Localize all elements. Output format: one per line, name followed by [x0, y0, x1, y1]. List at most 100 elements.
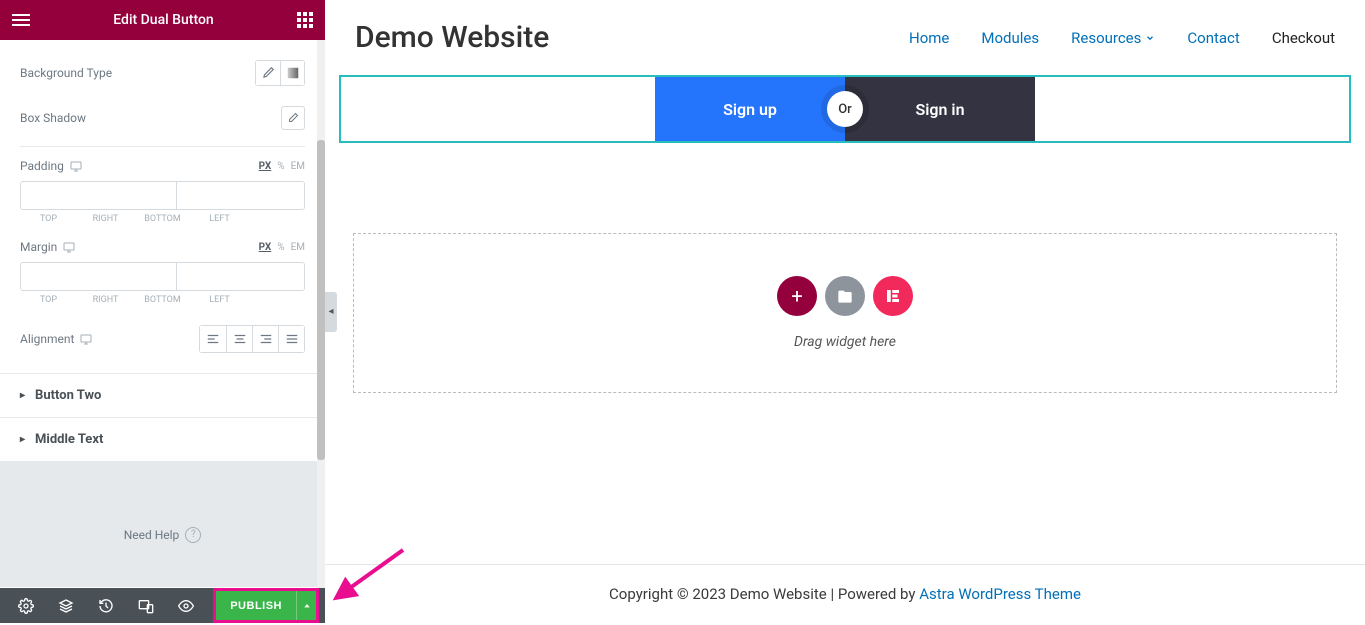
alignment-label-text: Alignment [20, 332, 74, 346]
padding-right-input[interactable] [177, 182, 305, 209]
dual-button-right[interactable]: Sign in [845, 77, 1035, 141]
widget-spacer-right [1035, 77, 1349, 141]
margin-inputs [20, 262, 305, 291]
alignment-label: Alignment [20, 332, 92, 346]
publish-wrap: PUBLISH [213, 588, 319, 623]
template-library-button[interactable] [825, 276, 865, 316]
footer-link[interactable]: Astra WordPress Theme [919, 585, 1081, 603]
panel-content: Background Type Box Shadow Padding [0, 40, 325, 588]
publish-button[interactable]: PUBLISH [216, 591, 296, 620]
margin-header: Margin PX % EM [20, 240, 305, 254]
widget-spacer-left [341, 77, 655, 141]
panel-header: Edit Dual Button [0, 0, 325, 40]
margin-unit-em[interactable]: EM [291, 242, 305, 253]
background-type-group [255, 60, 305, 86]
padding-right-label: RIGHT [77, 214, 134, 224]
align-center-button[interactable] [226, 326, 252, 352]
padding-label-text: Padding [20, 159, 64, 173]
chevron-down-icon [1145, 33, 1155, 43]
publish-options-button[interactable] [296, 591, 316, 620]
nav-resources[interactable]: Resources [1071, 29, 1155, 47]
editor-footer: PUBLISH [0, 588, 325, 623]
margin-bottom-label: BOTTOM [134, 295, 191, 305]
desktop-icon[interactable] [70, 160, 82, 172]
padding-unit-percent[interactable]: % [277, 161, 284, 172]
accordion-middle-text-label: Middle Text [35, 432, 103, 447]
align-right-button[interactable] [252, 326, 278, 352]
padding-bottom-label: BOTTOM [134, 214, 191, 224]
accordion-middle-text[interactable]: ▸ Middle Text [0, 417, 325, 462]
dual-button-left[interactable]: Sign up [655, 77, 845, 141]
background-type-label: Background Type [20, 66, 112, 80]
box-shadow-label: Box Shadow [20, 111, 86, 125]
accordion-button-two-label: Button Two [35, 388, 101, 403]
padding-inputs [20, 181, 305, 210]
scrollbar-thumb[interactable] [317, 140, 325, 460]
nav-contact[interactable]: Contact [1187, 29, 1239, 47]
nav-home[interactable]: Home [909, 29, 949, 47]
settings-icon[interactable] [6, 588, 46, 623]
margin-left-label: LEFT [191, 295, 248, 305]
canvas-area: Sign up Sign in Or + Drag widget here [325, 75, 1365, 564]
drop-zone-text: Drag widget here [396, 334, 1294, 350]
dual-button-separator: Or [827, 91, 863, 127]
help-icon: ? [185, 527, 201, 543]
padding-label: Padding [20, 159, 82, 173]
footer-text: Copyright © 2023 Demo Website | Powered … [609, 585, 919, 603]
padding-unit-px[interactable]: PX [259, 161, 272, 172]
site-header: Demo Website Home Modules Resources Cont… [325, 0, 1365, 75]
drop-zone[interactable]: + Drag widget here [353, 233, 1337, 393]
padding-top-input[interactable] [21, 182, 177, 209]
navigator-icon[interactable] [46, 588, 86, 623]
box-shadow-edit-button[interactable] [281, 106, 305, 130]
background-classic-button[interactable] [256, 61, 280, 85]
widgets-grid-icon[interactable] [297, 12, 313, 28]
margin-unit-percent[interactable]: % [277, 242, 284, 253]
margin-units: PX % EM [259, 242, 305, 253]
margin-labels: TOP RIGHT BOTTOM LEFT [20, 295, 305, 305]
background-gradient-button[interactable] [280, 61, 304, 85]
padding-left-label: LEFT [191, 214, 248, 224]
help-section: Need Help ? [0, 462, 325, 587]
padding-top-label: TOP [20, 214, 77, 224]
alignment-group [199, 325, 305, 353]
margin-right-input[interactable] [177, 263, 305, 290]
box-shadow-row: Box Shadow [0, 96, 325, 146]
caret-right-icon: ▸ [20, 390, 25, 401]
need-help-label: Need Help [124, 528, 180, 542]
margin-spacer [248, 295, 305, 305]
editor-sidebar: Edit Dual Button Background Type Box Sha… [0, 0, 325, 623]
nav-modules[interactable]: Modules [981, 29, 1039, 47]
dual-button-center: Sign up Sign in Or [655, 77, 1035, 141]
dual-button-widget[interactable]: Sign up Sign in Or [339, 75, 1351, 143]
padding-spacer [248, 214, 305, 224]
panel-title: Edit Dual Button [113, 12, 213, 28]
responsive-icon[interactable] [126, 588, 166, 623]
padding-labels: TOP RIGHT BOTTOM LEFT [20, 214, 305, 224]
margin-label: Margin [20, 240, 75, 254]
padding-header: Padding PX % EM [20, 159, 305, 173]
caret-right-icon: ▸ [20, 434, 25, 445]
margin-label-text: Margin [20, 240, 57, 254]
desktop-icon[interactable] [63, 241, 75, 253]
padding-unit-em[interactable]: EM [291, 161, 305, 172]
drop-zone-icons: + [396, 276, 1294, 316]
preview-icon[interactable] [166, 588, 206, 623]
margin-top-input[interactable] [21, 263, 177, 290]
elementskit-button[interactable] [873, 276, 913, 316]
desktop-icon[interactable] [80, 333, 92, 345]
align-justify-button[interactable] [278, 326, 304, 352]
nav-resources-label: Resources [1071, 29, 1141, 47]
accordion-button-two[interactable]: ▸ Button Two [0, 373, 325, 417]
history-icon[interactable] [86, 588, 126, 623]
align-left-button[interactable] [200, 326, 226, 352]
panel-collapse-handle[interactable]: ◂ [325, 292, 337, 332]
add-section-button[interactable]: + [777, 276, 817, 316]
margin-unit-px[interactable]: PX [259, 242, 272, 253]
nav-checkout[interactable]: Checkout [1272, 29, 1335, 47]
padding-section: Padding PX % EM TOP RIG [0, 153, 325, 234]
padding-units: PX % EM [259, 161, 305, 172]
site-title: Demo Website [355, 20, 549, 55]
menu-icon[interactable] [12, 14, 30, 26]
need-help-link[interactable]: Need Help ? [124, 527, 202, 543]
